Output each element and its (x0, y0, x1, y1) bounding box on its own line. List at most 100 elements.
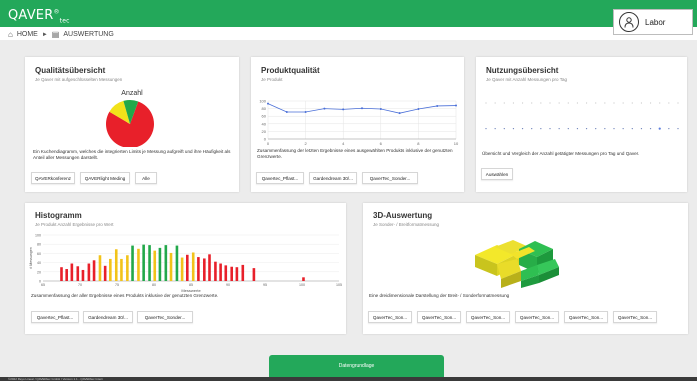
measurement-select-button[interactable]: QaverTec_Son... (564, 311, 608, 323)
home-icon[interactable]: ⌂ (8, 30, 13, 39)
histogram-bar (235, 267, 239, 281)
histogram-bar (148, 245, 151, 281)
x-tick-label: 90 (226, 283, 230, 287)
measurement-select-button[interactable]: QaverTec_Son... (466, 311, 510, 323)
usage-dot (531, 102, 533, 104)
histogram-bar (224, 265, 228, 281)
qaverlight-meding-button[interactable]: QAVERlight Meding (80, 172, 130, 184)
usage-dot (631, 128, 633, 130)
usage-dot (595, 102, 597, 104)
usage-dot (585, 102, 588, 104)
card-description: Ein Kuchendiagramm, welches die integrie… (33, 149, 231, 160)
histogram-bar (131, 245, 134, 281)
data-point (342, 108, 345, 111)
usage-dot (640, 128, 643, 130)
x-tick-label: 8 (417, 141, 420, 146)
line-chart: 0204060801000 2 4 6 8 10 (259, 99, 459, 147)
histogram-bar (175, 245, 179, 281)
product-select-button[interactable]: QaverTec_Sonder... (362, 172, 418, 184)
usage-overview-card: Nutzungsübersicht Je Qaver mit Anzahl Me… (476, 57, 687, 192)
user-menu[interactable]: Labor (613, 9, 693, 35)
y-axis-label: # Messungen (29, 247, 33, 269)
x-tick-label: 65 (41, 283, 45, 287)
histogram-bar (302, 277, 305, 281)
pie-title: Anzahl (121, 90, 143, 97)
histogram-bar (114, 249, 118, 281)
measurement-select-button[interactable]: QaverTec_Son... (417, 311, 461, 323)
usage-chart (485, 102, 679, 130)
usage-dot (677, 128, 679, 130)
histogram-bar (203, 258, 206, 281)
measurement-select-button[interactable]: QaverTec_Son... (613, 311, 657, 323)
y-tick-label: 100 (35, 234, 41, 238)
3d-surface-chart (475, 240, 559, 288)
usage-dot (558, 128, 560, 130)
qaverkonferenz-button[interactable]: QAVERkonferenz (31, 172, 75, 184)
data-point (267, 102, 269, 105)
histogram-bar (70, 263, 74, 281)
x-tick-label: 95 (263, 283, 267, 287)
usage-dot (668, 128, 670, 130)
product-select-button[interactable]: Gardendream 30/... (309, 172, 357, 184)
histogram-bar (252, 268, 256, 281)
data-point (379, 107, 382, 110)
measurement-select-button[interactable]: QaverTec_Son... (368, 311, 412, 323)
measurement-select-button[interactable]: QaverTec_Son... (515, 311, 559, 323)
histogram-bar (153, 250, 157, 281)
usage-dot (640, 102, 643, 104)
x-tick-label: 75 (115, 283, 119, 287)
breadcrumb-separator-icon: ► (41, 31, 48, 38)
select-button[interactable]: Auswählen (481, 168, 513, 180)
3d-analysis-card: 3D-Auswertung Je Sonder- / Breitformatme… (363, 203, 688, 334)
histogram-bar (208, 254, 211, 281)
card-description: Zusammenfassung der letzten Ergebnisse e… (257, 148, 453, 159)
y-tick-label: 60 (262, 114, 267, 119)
card-description: Übersicht und Vergleich der Anzahl getät… (482, 151, 640, 156)
all-button[interactable]: Alle (135, 172, 157, 184)
usage-dot (668, 102, 670, 104)
y-tick-label: 20 (262, 129, 267, 134)
histogram-bar (109, 258, 112, 281)
histogram-bar (230, 266, 233, 281)
y-tick-label: 80 (37, 243, 41, 247)
x-tick-label: 2 (304, 141, 307, 146)
data-basis-tab[interactable]: Datengrundlage (269, 355, 444, 377)
product-select-button[interactable]: Gardendream 30/... (83, 311, 133, 323)
product-select-button[interactable]: Qavertec_Pflast... (256, 172, 304, 184)
x-tick-label: 6 (380, 141, 383, 146)
qavertec-logo[interactable]: QAVER®tec (8, 8, 70, 25)
usage-dot (549, 128, 551, 130)
top-bar: QAVER®tec ⌂ HOME ► ▤ AUSWERTUNG Labor (0, 0, 697, 40)
usage-dot (485, 128, 487, 130)
usage-dot (521, 102, 524, 104)
histogram-bar (120, 258, 123, 281)
card-subtitle: Je Produkt (261, 77, 283, 82)
usage-dot (631, 102, 633, 104)
histogram-bar (180, 257, 184, 281)
product-select-button[interactable]: Qavertec_Pflast... (31, 311, 79, 323)
histogram-bar (169, 252, 173, 281)
y-tick-label: 20 (37, 270, 41, 274)
y-tick-label: 100 (259, 99, 266, 104)
x-tick-label: 4 (342, 141, 345, 146)
histogram-bar (197, 257, 200, 281)
card-title: Qualitätsübersicht (35, 66, 106, 75)
logo-registered: ® (53, 8, 60, 16)
usage-dot (613, 102, 615, 104)
usage-dot (531, 128, 533, 130)
logo-sub: tec (59, 17, 70, 25)
breadcrumb-home[interactable]: HOME (17, 31, 38, 38)
x-tick-label: 10 (454, 141, 459, 146)
user-avatar-icon (619, 12, 639, 32)
usage-dot (549, 102, 551, 104)
data-point (323, 107, 326, 110)
histogram-bar (65, 269, 68, 281)
card-title: Histogramm (35, 211, 82, 220)
x-tick-label: 80 (152, 283, 156, 287)
product-select-button[interactable]: QaverTec_Sonder... (137, 311, 193, 323)
usage-dot (521, 128, 524, 130)
data-point (285, 111, 288, 114)
user-name: Labor (645, 17, 666, 27)
usage-dot (659, 102, 661, 104)
y-tick-label: 60 (37, 252, 41, 256)
